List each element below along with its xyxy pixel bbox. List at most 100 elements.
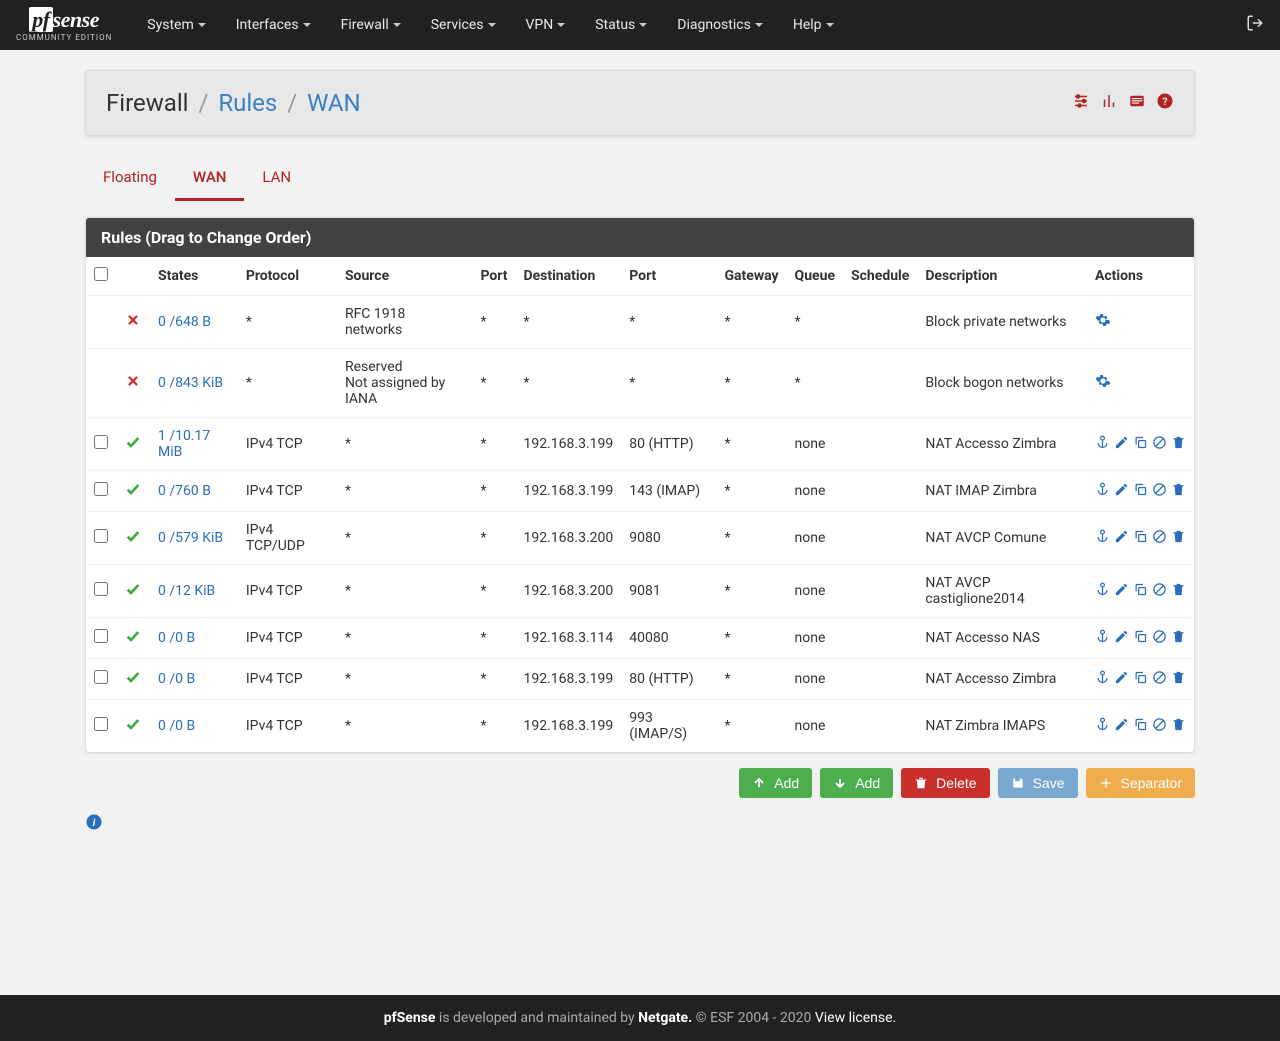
nav-item-interfaces[interactable]: Interfaces (221, 2, 326, 48)
delete-icon[interactable] (1171, 529, 1186, 548)
anchor-icon[interactable] (1095, 582, 1110, 601)
table-row[interactable]: 0 /12 KiBIPv4 TCP**192.168.3.2009081*non… (86, 565, 1194, 618)
states-link[interactable]: 0 /12 KiB (158, 583, 215, 599)
copy-icon[interactable] (1133, 629, 1148, 648)
disable-icon[interactable] (1152, 582, 1167, 601)
edit-icon[interactable] (1114, 582, 1129, 601)
edit-icon[interactable] (1114, 482, 1129, 501)
nav-item-diagnostics[interactable]: Diagnostics (662, 2, 778, 48)
nav-item-vpn[interactable]: VPN (511, 2, 581, 48)
tab-lan[interactable]: LAN (244, 156, 309, 201)
nav-item-services[interactable]: Services (416, 2, 511, 48)
add-top-button[interactable]: Add (739, 768, 812, 798)
edit-icon[interactable] (1114, 435, 1129, 454)
table-row[interactable]: 0 /648 B*RFC 1918 networks*****Block pri… (86, 296, 1194, 349)
logout-icon[interactable] (1246, 14, 1264, 36)
delete-icon[interactable] (1171, 482, 1186, 501)
table-row[interactable]: 0 /843 KiB*Reserved Not assigned by IANA… (86, 349, 1194, 418)
copy-icon[interactable] (1133, 582, 1148, 601)
cell-dport: 40080 (621, 618, 716, 659)
help-icon[interactable]: ? (1156, 92, 1174, 114)
separator-button[interactable]: Separator (1086, 768, 1195, 798)
disable-icon[interactable] (1152, 717, 1167, 736)
nav-item-firewall[interactable]: Firewall (326, 2, 416, 48)
states-link[interactable]: 0 /579 KiB (158, 530, 223, 546)
settings-icon[interactable] (1095, 377, 1111, 393)
anchor-icon[interactable] (1095, 529, 1110, 548)
states-link[interactable]: 0 /0 B (158, 630, 195, 646)
tab-wan[interactable]: WAN (175, 156, 244, 201)
row-checkbox[interactable] (94, 435, 108, 449)
table-row[interactable]: 1 /10.17 MiBIPv4 TCP**192.168.3.19980 (H… (86, 418, 1194, 471)
delete-button[interactable]: Delete (901, 768, 989, 798)
delete-icon[interactable] (1171, 435, 1186, 454)
row-checkbox[interactable] (94, 529, 108, 543)
copy-icon[interactable] (1133, 529, 1148, 548)
edit-icon[interactable] (1114, 529, 1129, 548)
cell-dest: 192.168.3.199 (515, 418, 621, 471)
cell-gateway: * (716, 659, 786, 700)
nav-item-status[interactable]: Status (580, 2, 662, 48)
edit-icon[interactable] (1114, 670, 1129, 689)
save-button[interactable]: Save (998, 768, 1078, 798)
states-link[interactable]: 0 /0 B (158, 718, 195, 734)
cell-gateway: * (716, 618, 786, 659)
anchor-icon[interactable] (1095, 670, 1110, 689)
row-checkbox[interactable] (94, 629, 108, 643)
table-row[interactable]: 0 /0 BIPv4 TCP**192.168.3.11440080*noneN… (86, 618, 1194, 659)
nav-item-system[interactable]: System (132, 2, 220, 48)
edit-icon[interactable] (1114, 629, 1129, 648)
copy-icon[interactable] (1133, 717, 1148, 736)
disable-icon[interactable] (1152, 670, 1167, 689)
row-checkbox[interactable] (94, 670, 108, 684)
row-checkbox[interactable] (94, 482, 108, 496)
states-link[interactable]: 1 /10.17 MiB (158, 428, 210, 460)
svg-text:?: ? (1162, 95, 1167, 108)
delete-icon[interactable] (1171, 582, 1186, 601)
cell-gateway: * (716, 418, 786, 471)
bar-chart-icon[interactable] (1100, 92, 1118, 114)
breadcrumb-wan-link[interactable]: WAN (307, 89, 361, 117)
anchor-icon[interactable] (1095, 629, 1110, 648)
nav-item-help[interactable]: Help (778, 2, 849, 48)
view-license-link[interactable]: View license. (815, 1010, 896, 1026)
sliders-icon[interactable] (1072, 92, 1090, 114)
edit-icon[interactable] (1114, 717, 1129, 736)
settings-icon[interactable] (1095, 316, 1111, 332)
row-checkbox[interactable] (94, 582, 108, 596)
states-link[interactable]: 0 /0 B (158, 671, 195, 687)
log-icon[interactable] (1128, 92, 1146, 114)
states-link[interactable]: 0 /648 B (158, 314, 211, 330)
anchor-icon[interactable] (1095, 717, 1110, 736)
table-row[interactable]: 0 /0 BIPv4 TCP**192.168.3.199993 (IMAP/S… (86, 700, 1194, 753)
cell-dest: 192.168.3.200 (515, 565, 621, 618)
copy-icon[interactable] (1133, 482, 1148, 501)
anchor-icon[interactable] (1095, 482, 1110, 501)
disable-icon[interactable] (1152, 629, 1167, 648)
info-icon[interactable]: i (85, 813, 1195, 835)
copy-icon[interactable] (1133, 435, 1148, 454)
caret-down-icon (198, 23, 206, 27)
table-row[interactable]: 0 /760 BIPv4 TCP**192.168.3.199143 (IMAP… (86, 471, 1194, 512)
table-row[interactable]: 0 /0 BIPv4 TCP**192.168.3.19980 (HTTP)*n… (86, 659, 1194, 700)
cell-gateway: * (716, 700, 786, 753)
delete-icon[interactable] (1171, 717, 1186, 736)
copy-icon[interactable] (1133, 670, 1148, 689)
table-row[interactable]: 0 /579 KiBIPv4 TCP/UDP**192.168.3.200908… (86, 512, 1194, 565)
row-checkbox[interactable] (94, 717, 108, 731)
states-link[interactable]: 0 /843 KiB (158, 375, 223, 391)
add-bottom-button[interactable]: Add (820, 768, 893, 798)
anchor-icon[interactable] (1095, 435, 1110, 454)
disable-icon[interactable] (1152, 435, 1167, 454)
cell-source: * (337, 700, 473, 753)
brand-logo[interactable]: pfsense COMMUNITY EDITION (16, 9, 112, 42)
delete-icon[interactable] (1171, 670, 1186, 689)
breadcrumb-rules-link[interactable]: Rules (218, 89, 277, 117)
disable-icon[interactable] (1152, 482, 1167, 501)
tab-floating[interactable]: Floating (85, 156, 175, 201)
disable-icon[interactable] (1152, 529, 1167, 548)
delete-icon[interactable] (1171, 629, 1186, 648)
states-link[interactable]: 0 /760 B (158, 483, 211, 499)
select-all-checkbox[interactable] (94, 267, 108, 281)
cell-schedule (843, 296, 917, 349)
